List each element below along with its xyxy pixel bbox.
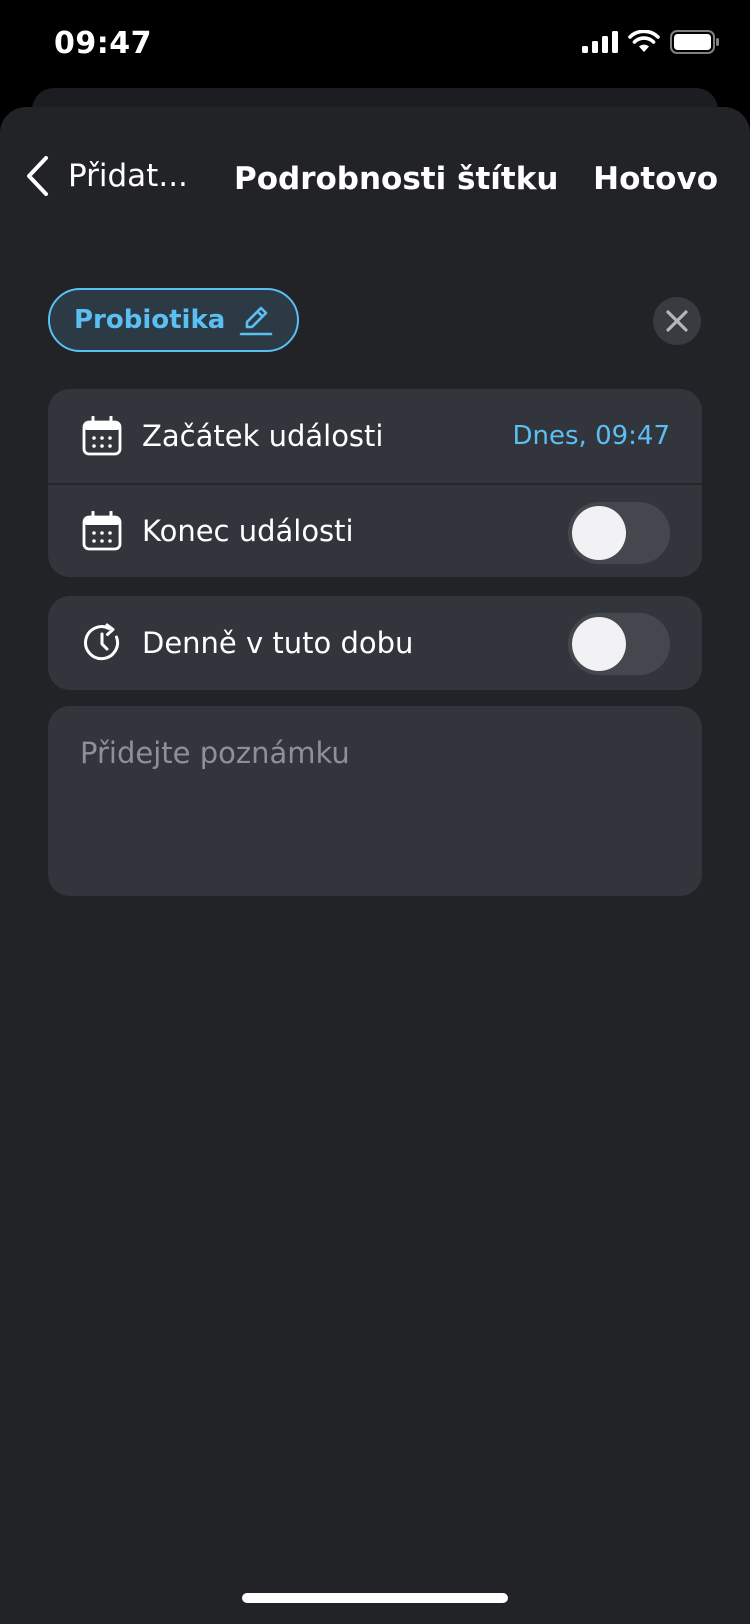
event-start-label: Začátek události [142, 419, 384, 453]
chevron-left-icon [27, 156, 48, 196]
status-bar: 09:47 [0, 0, 750, 90]
clock-repeat-icon [82, 623, 122, 663]
event-time-card: Začátek události Dnes, 09:47 Konec událo… [48, 389, 702, 577]
repeat-card: Denně v tuto dobu [48, 596, 702, 690]
calendar-icon [82, 416, 122, 456]
event-end-toggle[interactable] [568, 502, 670, 564]
event-start-row[interactable]: Začátek události Dnes, 09:47 [48, 389, 702, 483]
close-button[interactable] [653, 297, 701, 345]
done-button[interactable]: Hotovo [593, 161, 718, 197]
tag-label: Probiotika [74, 305, 226, 335]
home-indicator [242, 1593, 508, 1603]
status-icons [582, 30, 720, 54]
calendar-icon [82, 511, 122, 551]
event-end-label: Konec události [142, 514, 354, 548]
tag-chip[interactable]: Probiotika [48, 288, 300, 352]
pencil-icon [240, 306, 273, 336]
repeat-daily-label: Denně v tuto dobu [142, 626, 414, 660]
cellular-signal-icon [582, 31, 618, 53]
toggle-knob [572, 506, 626, 560]
toggle-knob [572, 617, 626, 671]
back-button[interactable]: Přidat... [24, 155, 188, 197]
repeat-daily-row: Denně v tuto dobu [48, 596, 702, 690]
close-icon [666, 310, 688, 332]
wifi-icon [628, 30, 660, 52]
repeat-daily-toggle[interactable] [568, 613, 670, 675]
note-placeholder: Přidejte poznámku [80, 736, 350, 770]
status-time: 09:47 [54, 26, 152, 61]
back-label: Přidat... [68, 158, 188, 194]
navigation-bar: Přidat... Podrobnosti štítku Hotovo [0, 107, 750, 257]
note-field[interactable]: Přidejte poznámku [48, 706, 702, 896]
event-end-row: Konec události [48, 483, 702, 577]
battery-icon [670, 30, 719, 54]
event-start-value[interactable]: Dnes, 09:47 [513, 421, 671, 451]
page-title: Podrobnosti štítku [234, 161, 559, 197]
tag-details-sheet: Přidat... Podrobnosti štítku Hotovo Prob… [0, 107, 750, 1624]
